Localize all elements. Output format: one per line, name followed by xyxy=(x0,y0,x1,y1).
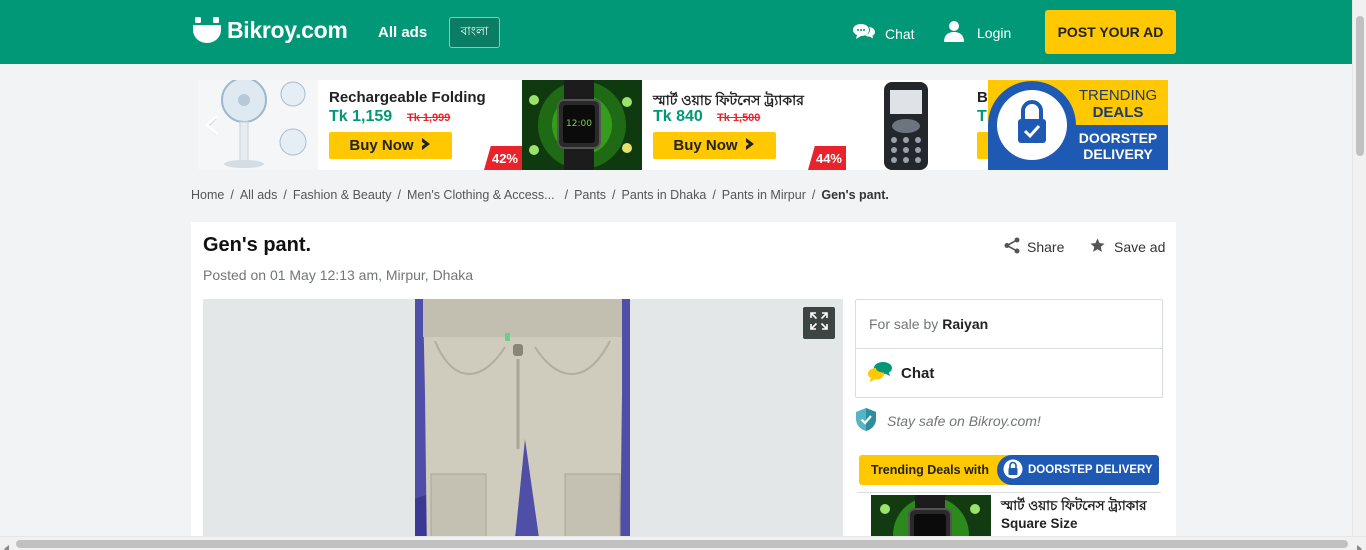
breadcrumb-fashion-beauty[interactable]: Fashion & Beauty xyxy=(293,188,392,202)
chevron-right-icon xyxy=(744,137,756,155)
header-chat-label: Chat xyxy=(885,25,915,42)
posted-info: Posted on 01 May 12:13 am, Mirpur, Dhaka xyxy=(203,267,474,283)
breadcrumb-pants-mirpur[interactable]: Pants in Mirpur xyxy=(722,188,806,202)
breadcrumb-separator: / xyxy=(612,188,616,202)
trending-deals-badge[interactable]: TRENDING DEALS DOORSTEP DELIVERY xyxy=(988,80,1168,170)
buy-now-button[interactable]: Buy Now xyxy=(329,132,452,159)
breadcrumb-separator: / xyxy=(564,188,569,202)
stay-safe-notice[interactable]: Stay safe on Bikroy.com! xyxy=(855,407,1041,435)
promo-card[interactable]: 42% Rechargeable Folding Tk 1,159 Tk 1,9… xyxy=(198,80,522,170)
svg-text:12:00: 12:00 xyxy=(566,119,592,129)
for-sale-by-label: For sale by xyxy=(869,316,939,332)
promo-carousel-banner[interactable]: 42% Rechargeable Folding Tk 1,159 Tk 1,9… xyxy=(198,80,1168,170)
trending-label: TRENDING xyxy=(1078,87,1158,104)
pants-photo xyxy=(415,299,630,550)
buy-now-button[interactable]: Buy Now xyxy=(653,132,776,159)
share-label: Share xyxy=(1027,239,1065,255)
seller-info: For sale by Raiyan xyxy=(856,300,1162,349)
seller-contact-box: For sale by Raiyan Chat xyxy=(855,299,1163,398)
all-ads-link[interactable]: All ads xyxy=(378,24,427,41)
chat-label: Chat xyxy=(901,365,935,382)
share-icon xyxy=(1004,237,1020,257)
breadcrumb-pants-dhaka[interactable]: Pants in Dhaka xyxy=(622,188,707,202)
doorstep-delivery-label: DOORSTEP DELIVERY xyxy=(1028,464,1153,476)
promo-old-price: Tk 1,999 xyxy=(407,112,451,124)
promo-price: Tk 1,159 xyxy=(329,108,393,125)
post-your-ad-button[interactable]: POST YOUR AD xyxy=(1045,10,1176,54)
promo-card[interactable]: 12:00 44% স্মার্ট ওয়াচ ফিটনেস ট্র্যাকার… xyxy=(522,80,846,170)
breadcrumb-separator: / xyxy=(397,188,401,202)
vertical-scrollbar[interactable] xyxy=(1352,0,1366,536)
save-ad-label: Save ad xyxy=(1114,239,1166,255)
breadcrumb: Home / All ads / Fashion & Beauty / Men's C… xyxy=(191,188,889,202)
logo-smile-icon xyxy=(192,16,222,44)
logo-text: Bikroy.com xyxy=(227,16,348,43)
breadcrumb-mens-clothing[interactable]: Men's Clothing & Access... xyxy=(407,188,555,202)
side-promo-title: স্মার্ট ওয়াচ ফিটনেস ট্র্যাকার Square Si… xyxy=(1001,498,1147,531)
scroll-right-arrow-icon[interactable] xyxy=(1355,540,1363,550)
shield-check-icon xyxy=(855,407,877,435)
chat-with-seller-button[interactable]: Chat xyxy=(856,349,1162,398)
horizontal-scroll-thumb[interactable] xyxy=(16,540,1348,548)
chat-bubbles-icon xyxy=(852,22,876,45)
doorstep-label: DOORSTEP xyxy=(1078,130,1158,146)
stay-safe-label: Stay safe on Bikroy.com! xyxy=(887,413,1041,429)
breadcrumb-separator: / xyxy=(283,188,287,202)
lock-icon xyxy=(1003,459,1023,482)
feature-phone-image xyxy=(846,80,966,170)
smartwatch-image: 12:00 xyxy=(522,80,642,170)
carousel-next-icon[interactable] xyxy=(966,114,982,141)
breadcrumb-current: Gen's pant. xyxy=(821,188,889,202)
image-gallery[interactable] xyxy=(203,299,843,550)
scroll-left-arrow-icon[interactable] xyxy=(3,540,11,550)
trending-deals-label: Trending Deals with xyxy=(871,463,990,477)
header-login-label: Login xyxy=(977,24,1012,41)
expand-icon xyxy=(810,311,828,335)
user-icon xyxy=(943,20,965,45)
header-chat-link[interactable]: Chat xyxy=(852,22,915,45)
ad-title: Gen's pant. xyxy=(203,234,312,256)
deals-label: DEALS xyxy=(1092,104,1144,121)
trending-deals-banner[interactable]: Trending Deals with DOORSTEP DELIVERY xyxy=(859,455,1159,485)
seller-name[interactable]: Raiyan xyxy=(942,316,988,332)
breadcrumb-all-ads[interactable]: All ads xyxy=(240,188,278,202)
doorstep-delivery-badge: DOORSTEP DELIVERY xyxy=(997,455,1159,485)
save-ad-button[interactable]: Save ad xyxy=(1089,237,1165,257)
language-toggle-button[interactable]: বাংলা xyxy=(449,17,500,48)
fullscreen-expand-button[interactable] xyxy=(803,307,835,339)
breadcrumb-separator: / xyxy=(230,188,234,202)
carousel-prev-icon[interactable] xyxy=(204,114,220,141)
buy-now-label: Buy Now xyxy=(673,137,738,154)
horizontal-scrollbar[interactable] xyxy=(0,536,1366,550)
chat-bubbles-icon xyxy=(867,361,893,387)
breadcrumb-separator: / xyxy=(712,188,716,202)
promo-old-price: Tk 1,500 xyxy=(717,112,761,124)
breadcrumb-pants[interactable]: Pants xyxy=(574,188,606,202)
header-login-link[interactable]: Login xyxy=(943,20,1011,45)
discount-badge: 44% xyxy=(807,146,846,170)
promo-price: Tk 840 xyxy=(653,108,703,125)
breadcrumb-separator: / xyxy=(811,188,816,202)
promo-title: Rechargeable Folding xyxy=(329,89,486,106)
chevron-right-icon xyxy=(420,137,432,155)
site-header: Bikroy.com All ads বাংলা Chat Login POST… xyxy=(0,0,1352,64)
breadcrumb-home[interactable]: Home xyxy=(191,188,224,202)
buy-now-label: Buy Now xyxy=(349,137,414,154)
delivery-label: DELIVERY xyxy=(1083,146,1153,162)
logo[interactable]: Bikroy.com xyxy=(192,16,348,44)
star-icon xyxy=(1089,237,1106,257)
discount-badge: 42% xyxy=(483,146,522,170)
ad-detail-card: Gen's pant. Posted on 01 May 12:13 am, M… xyxy=(191,222,1176,550)
vertical-scroll-thumb[interactable] xyxy=(1356,16,1364,156)
share-button[interactable]: Share xyxy=(1004,237,1064,257)
